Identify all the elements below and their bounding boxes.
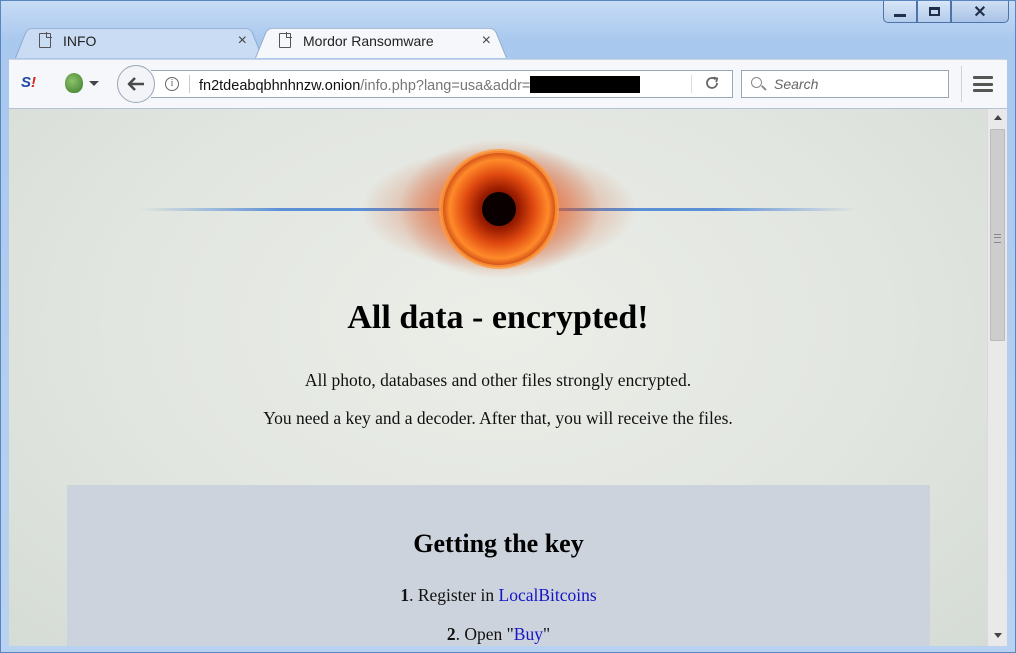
page-headline: All data - encrypted! xyxy=(347,299,649,336)
minimize-icon xyxy=(894,14,906,17)
section-title: Getting the key xyxy=(413,529,584,558)
step-1: 1. Register in LocalBitcoins xyxy=(400,585,597,605)
window-controls: ✕ xyxy=(883,1,1009,23)
close-icon: ✕ xyxy=(973,3,987,21)
step-2: 2. Open "Buy" xyxy=(446,624,551,644)
reload-icon[interactable] xyxy=(704,75,720,96)
tab-strip: INFO × Mordor Ransomware × xyxy=(15,23,507,59)
divider xyxy=(691,75,692,93)
search-icon xyxy=(751,77,762,88)
address-bar[interactable]: i fn2tdeabqbhnhnzw.onion/info.php?lang=u… xyxy=(151,70,733,98)
maximize-button[interactable] xyxy=(917,1,951,23)
divider xyxy=(961,66,962,102)
message-line-1: All photo, databases and other files str… xyxy=(304,370,692,390)
site-info-icon[interactable]: i xyxy=(165,77,179,91)
message-line-2: You need a key and a decoder. After that… xyxy=(263,408,733,428)
tab-title: Mordor Ransomware xyxy=(303,32,434,49)
search-bar[interactable]: Search xyxy=(741,70,949,98)
scroll-down-arrow-icon[interactable] xyxy=(994,633,1002,638)
page-icon xyxy=(39,32,52,48)
scrollbar-thumb[interactable] xyxy=(990,129,1005,341)
search-placeholder: Search xyxy=(774,76,819,92)
minimize-button[interactable] xyxy=(883,1,917,23)
page-viewport: All data - encrypted! All photo, databas… xyxy=(9,109,987,646)
divider xyxy=(189,75,190,93)
maximize-icon xyxy=(928,7,940,16)
close-window-button[interactable]: ✕ xyxy=(951,1,1009,23)
buy-link[interactable]: Buy xyxy=(514,624,543,644)
eye-of-sauron-image xyxy=(361,139,637,279)
vertical-scrollbar[interactable] xyxy=(987,109,1007,646)
page-icon xyxy=(279,32,292,48)
url-path: /info.php?lang=usa&addr= xyxy=(360,78,531,94)
navigation-toolbar: S! i fn2tdeabqbhnhnzw.onion/info.php?lan… xyxy=(9,59,1007,109)
localbitcoins-link[interactable]: LocalBitcoins xyxy=(499,585,597,605)
tab-close-button[interactable]: × xyxy=(238,32,247,50)
hamburger-menu-icon[interactable] xyxy=(973,76,993,92)
redacted-block xyxy=(530,76,641,93)
tab-info[interactable]: INFO × xyxy=(15,23,263,58)
tab-mordor-ransomware[interactable]: Mordor Ransomware × xyxy=(255,23,507,58)
back-button[interactable] xyxy=(117,65,155,103)
extension-sj-icon[interactable]: S! xyxy=(21,74,41,94)
tor-onion-icon[interactable] xyxy=(65,73,83,93)
getting-key-panel: Getting the key 1. Register in LocalBitc… xyxy=(67,485,930,646)
arrow-left-icon xyxy=(127,77,144,91)
scroll-up-arrow-icon[interactable] xyxy=(994,115,1002,120)
browser-window: ✕ INFO × Mordor Ransomware × S! i fn2tde… xyxy=(0,0,1016,653)
url-host: fn2tdeabqbhnhnzw.onion xyxy=(199,78,361,94)
tab-close-button[interactable]: × xyxy=(482,32,491,50)
tab-title: INFO xyxy=(63,32,97,49)
url-text[interactable]: fn2tdeabqbhnhnzw.onion/info.php?lang=usa… xyxy=(199,76,641,94)
chevron-down-icon[interactable] xyxy=(89,81,99,86)
